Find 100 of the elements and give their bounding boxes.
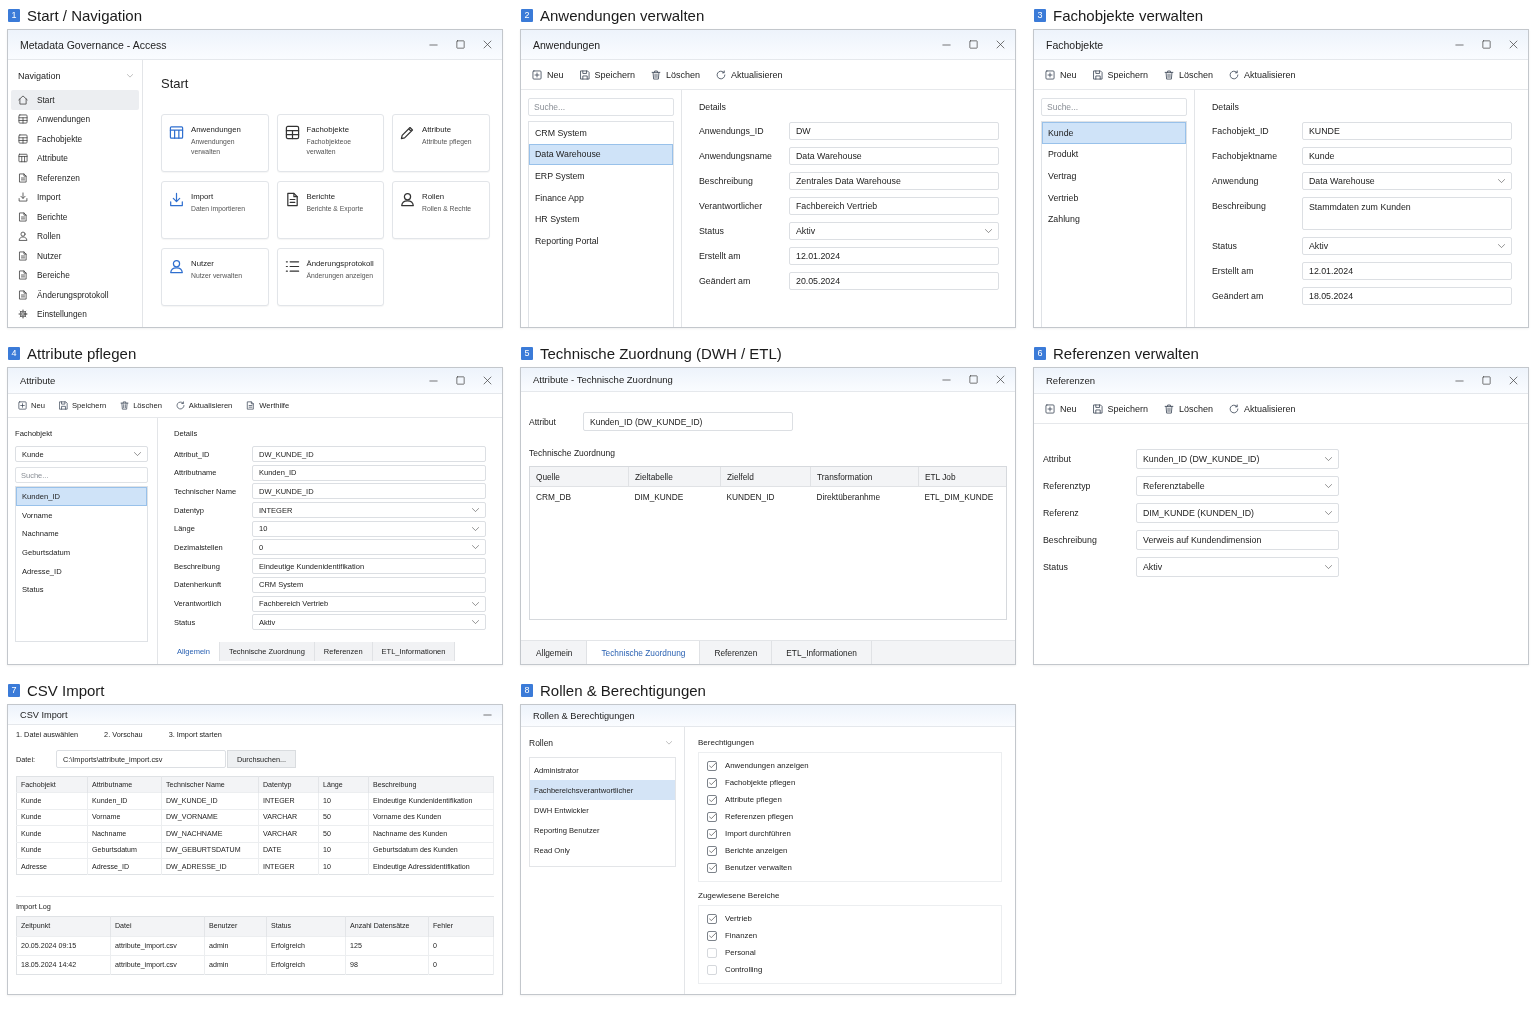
tab[interactable]: Referenzen <box>700 641 773 664</box>
dropdown[interactable]: Aktiv <box>1136 557 1339 577</box>
field-label: Anwendungs_ID <box>699 126 764 136</box>
save-icon <box>1092 69 1103 80</box>
toolbar-button[interactable]: Neu <box>532 67 564 82</box>
maximize-button[interactable] <box>454 374 466 387</box>
toolbar-button[interactable]: Aktualisieren <box>1229 401 1296 416</box>
checkbox[interactable] <box>707 913 717 924</box>
toolbar-button[interactable]: Neu <box>1045 67 1077 82</box>
toolbar-button[interactable]: Löschen <box>1164 67 1214 82</box>
list-item[interactable]: CRM System <box>529 122 673 144</box>
dropdown[interactable]: Aktiv <box>1302 237 1512 255</box>
text-field[interactable]: Fachbereich Vertrieb <box>789 197 999 215</box>
nav-item[interactable]: Berichte <box>11 207 139 227</box>
list-item[interactable]: Produkt <box>1042 143 1186 166</box>
checkbox[interactable] <box>707 845 717 856</box>
toolbar-button[interactable]: Löschen <box>651 67 701 82</box>
number-badge: 6 <box>1034 346 1046 360</box>
maximize-button[interactable] <box>967 373 979 386</box>
text-field[interactable]: Data Warehouse <box>789 147 999 165</box>
section-heading: Attribute pflegen <box>27 344 137 362</box>
nav-item[interactable]: Anwendungen <box>11 109 139 129</box>
close-button[interactable] <box>1507 374 1519 387</box>
checkmark-icon <box>708 831 716 836</box>
checkbox[interactable] <box>707 794 717 805</box>
text-field[interactable]: DW <box>789 122 999 140</box>
nav-item[interactable]: Nutzer <box>11 246 139 266</box>
gear-icon <box>18 309 28 320</box>
nav-item[interactable]: Start <box>11 90 139 110</box>
maximize-button[interactable] <box>454 38 466 51</box>
toolbar-button[interactable]: Löschen <box>1164 401 1214 416</box>
text-field[interactable]: Verweis auf Kundendimension <box>1136 530 1339 550</box>
chevron-down-icon <box>1325 511 1332 515</box>
checkbox[interactable] <box>707 760 717 771</box>
list-item[interactable]: ERP System <box>529 165 673 187</box>
search-field[interactable]: Suche... <box>528 98 674 116</box>
window-title: Metadata Governance - Access <box>20 38 168 51</box>
nav-item[interactable]: Referenzen <box>11 168 139 188</box>
checkbox[interactable] <box>707 828 717 839</box>
toolbar-button[interactable]: Speichern <box>1092 67 1149 82</box>
toolbar-button[interactable]: Speichern <box>579 67 636 82</box>
toolbar-button[interactable]: Aktualisieren <box>1229 67 1296 82</box>
checkbox[interactable] <box>707 930 717 941</box>
nav-item[interactable]: Einstellungen <box>11 304 139 324</box>
nav-item[interactable]: Import <box>11 187 139 207</box>
text-field[interactable]: 12.01.2024 <box>789 247 999 265</box>
close-button[interactable] <box>994 373 1006 386</box>
nav-item[interactable]: Fachobjekte <box>11 129 139 149</box>
maximize-button[interactable] <box>1480 38 1492 51</box>
text-field[interactable]: Zentrales Data Warehouse <box>789 172 999 190</box>
maximize-button[interactable] <box>967 38 979 51</box>
checkbox[interactable] <box>707 811 717 822</box>
table-icon <box>18 153 28 164</box>
text-field[interactable]: 18.05.2024 <box>1302 287 1512 305</box>
column-header: Zielfeld <box>720 467 811 487</box>
dropdown[interactable]: Aktiv <box>789 222 999 240</box>
chevron-down-icon <box>472 545 479 550</box>
text-field[interactable]: KUNDE <box>1302 122 1512 140</box>
text-field[interactable]: 12.01.2024 <box>1302 262 1512 280</box>
checkbox[interactable] <box>707 862 717 873</box>
nav-item[interactable]: Rollen <box>11 226 139 246</box>
minimize-icon <box>941 378 951 381</box>
dropdown[interactable]: Data Warehouse <box>1302 172 1512 190</box>
list-item[interactable]: Vertrieb <box>1042 186 1186 209</box>
nav-item[interactable]: Änderungsprotokoll <box>11 285 139 305</box>
number-badge: 2 <box>521 8 533 22</box>
nav-item[interactable]: Attribute <box>11 148 139 168</box>
close-button[interactable] <box>994 38 1006 51</box>
list-item[interactable]: Data Warehouse <box>529 143 673 166</box>
list-item[interactable]: Zahlung <box>1042 208 1186 230</box>
document-icon <box>18 289 28 300</box>
text-field[interactable]: 20.05.2024 <box>789 272 999 290</box>
text-field[interactable]: Kunden_ID (DW_KUNDE_ID) <box>583 412 793 431</box>
list-item[interactable]: Reporting Portal <box>529 229 673 252</box>
maximize-button[interactable] <box>1480 374 1492 387</box>
list-item[interactable]: Finance App <box>529 186 673 209</box>
document-icon <box>18 270 28 281</box>
chevron-down-icon <box>1498 179 1505 183</box>
list-item[interactable]: Vertrag <box>1042 165 1186 187</box>
text-field[interactable]: Kunde <box>1302 147 1512 165</box>
close-button[interactable] <box>1507 38 1519 51</box>
window-title: CSV Import <box>20 709 69 720</box>
checkbox[interactable] <box>707 777 717 788</box>
toolbar-button[interactable]: Aktualisieren <box>716 67 783 82</box>
search-field[interactable]: Suche... <box>1041 98 1187 116</box>
tab[interactable]: ETL_Informationen <box>772 641 872 664</box>
close-button[interactable] <box>481 38 493 51</box>
save-icon <box>58 401 68 410</box>
table-cell: CRM_DB <box>530 486 629 507</box>
tab[interactable]: Technische Zuordnung <box>587 641 701 664</box>
toolbar-button[interactable]: Neu <box>1045 401 1077 416</box>
text-area[interactable]: Stammdaten zum Kunden <box>1302 197 1512 230</box>
dropdown[interactable]: Kunden_ID (DW_KUNDE_ID) <box>1136 449 1339 469</box>
nav-item[interactable]: Bereiche <box>11 265 139 285</box>
dropdown[interactable]: Referenztabelle <box>1136 476 1339 496</box>
dropdown[interactable]: DIM_KUNDE (KUNDEN_ID) <box>1136 503 1339 523</box>
list-item[interactable]: HR System <box>529 208 673 230</box>
list-item[interactable]: Kunde <box>1042 122 1186 144</box>
toolbar-button[interactable]: Speichern <box>1092 401 1149 416</box>
close-button[interactable] <box>481 374 493 387</box>
